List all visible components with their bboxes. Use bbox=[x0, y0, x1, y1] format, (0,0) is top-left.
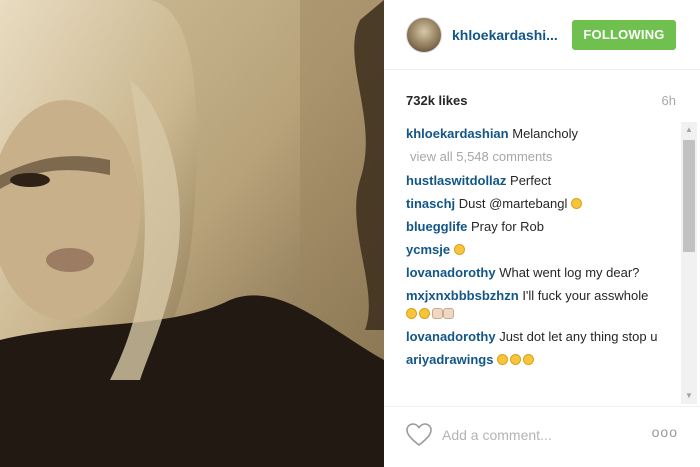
post-side-panel: khloekardashi... FOLLOWING 732k likes 6h… bbox=[384, 0, 700, 467]
caption: khloekardashian Melancholy bbox=[406, 125, 678, 143]
view-all-comments-link[interactable]: view all 5,548 comments bbox=[406, 148, 678, 166]
pointing-hand-icon bbox=[432, 308, 443, 319]
likes-count[interactable]: 732k likes bbox=[406, 93, 467, 108]
comment-text: Melancholy bbox=[512, 126, 578, 141]
comment-item: mxjxnxbbbsbzhzn I'll fuck your asswhole bbox=[406, 287, 678, 323]
comment-username[interactable]: lovanadorothy bbox=[406, 265, 496, 280]
comment-item: tinaschj Dust @martebangl bbox=[406, 195, 678, 213]
comment-item: hustlaswitdollaz Perfect bbox=[406, 172, 678, 190]
post-photo-art bbox=[0, 0, 384, 467]
comment-username[interactable]: hustlaswitdollaz bbox=[406, 173, 506, 188]
post-timestamp[interactable]: 6h bbox=[662, 93, 676, 108]
laughing-emoji-icon bbox=[570, 198, 582, 209]
following-button[interactable]: FOLLOWING bbox=[572, 20, 676, 50]
comment-text: Perfect bbox=[510, 173, 552, 188]
surprised-emoji-icon bbox=[406, 308, 417, 319]
comment-text: Dust @martebangl bbox=[458, 196, 568, 211]
comment-username[interactable]: khloekardashian bbox=[406, 126, 509, 141]
comment-text: Pray for Rob bbox=[471, 219, 544, 234]
comment-item: ycmsje bbox=[406, 241, 678, 259]
comment-username[interactable]: bluegglife bbox=[406, 219, 467, 234]
sad-emoji-icon bbox=[453, 244, 465, 255]
comment-username[interactable]: mxjxnxbbbsbzhzn bbox=[406, 288, 519, 303]
add-comment-input[interactable]: Add a comment... bbox=[442, 427, 552, 443]
scroll-thumb[interactable] bbox=[683, 140, 695, 252]
post-header: khloekardashi... FOLLOWING bbox=[384, 0, 700, 70]
scroll-down-arrow-icon[interactable]: ▼ bbox=[681, 388, 697, 404]
comment-item: bluegglife Pray for Rob bbox=[406, 218, 678, 236]
comment-text: What went log my dear? bbox=[499, 265, 640, 280]
post-footer: Add a comment... ooo bbox=[384, 406, 700, 467]
comment-username[interactable]: lovanadorothy bbox=[406, 329, 496, 344]
comment-text: Just dot let any thing stop u bbox=[499, 329, 658, 344]
username-link[interactable]: khloekardashi... bbox=[452, 27, 564, 43]
comment-item: lovanadorothy Just dot let any thing sto… bbox=[406, 328, 678, 346]
avatar[interactable] bbox=[406, 17, 442, 53]
laughing-emoji-icon bbox=[497, 354, 509, 365]
comment-text: I'll fuck your asswhole bbox=[522, 288, 649, 303]
more-options-icon[interactable]: ooo bbox=[652, 424, 678, 440]
laughing-emoji-icon bbox=[510, 354, 522, 365]
comment-item: lovanadorothy What went log my dear? bbox=[406, 264, 678, 282]
pointing-hand-icon bbox=[443, 308, 454, 319]
post-photo[interactable] bbox=[0, 0, 384, 467]
sad-emoji-icon bbox=[523, 354, 535, 365]
comments-list: khloekardashian Melancholy view all 5,54… bbox=[406, 125, 678, 400]
likes-row: 732k likes 6h bbox=[384, 70, 700, 120]
comment-username[interactable]: ariyadrawings bbox=[406, 352, 493, 367]
comments-scrollbar[interactable]: ▲ ▼ bbox=[681, 122, 697, 404]
heart-icon[interactable] bbox=[406, 423, 432, 447]
scroll-up-arrow-icon[interactable]: ▲ bbox=[681, 122, 697, 138]
comment-username[interactable]: tinaschj bbox=[406, 196, 455, 211]
comment-username[interactable]: ycmsje bbox=[406, 242, 450, 257]
surprised-emoji-icon bbox=[419, 308, 430, 319]
comment-item: ariyadrawings bbox=[406, 351, 678, 369]
